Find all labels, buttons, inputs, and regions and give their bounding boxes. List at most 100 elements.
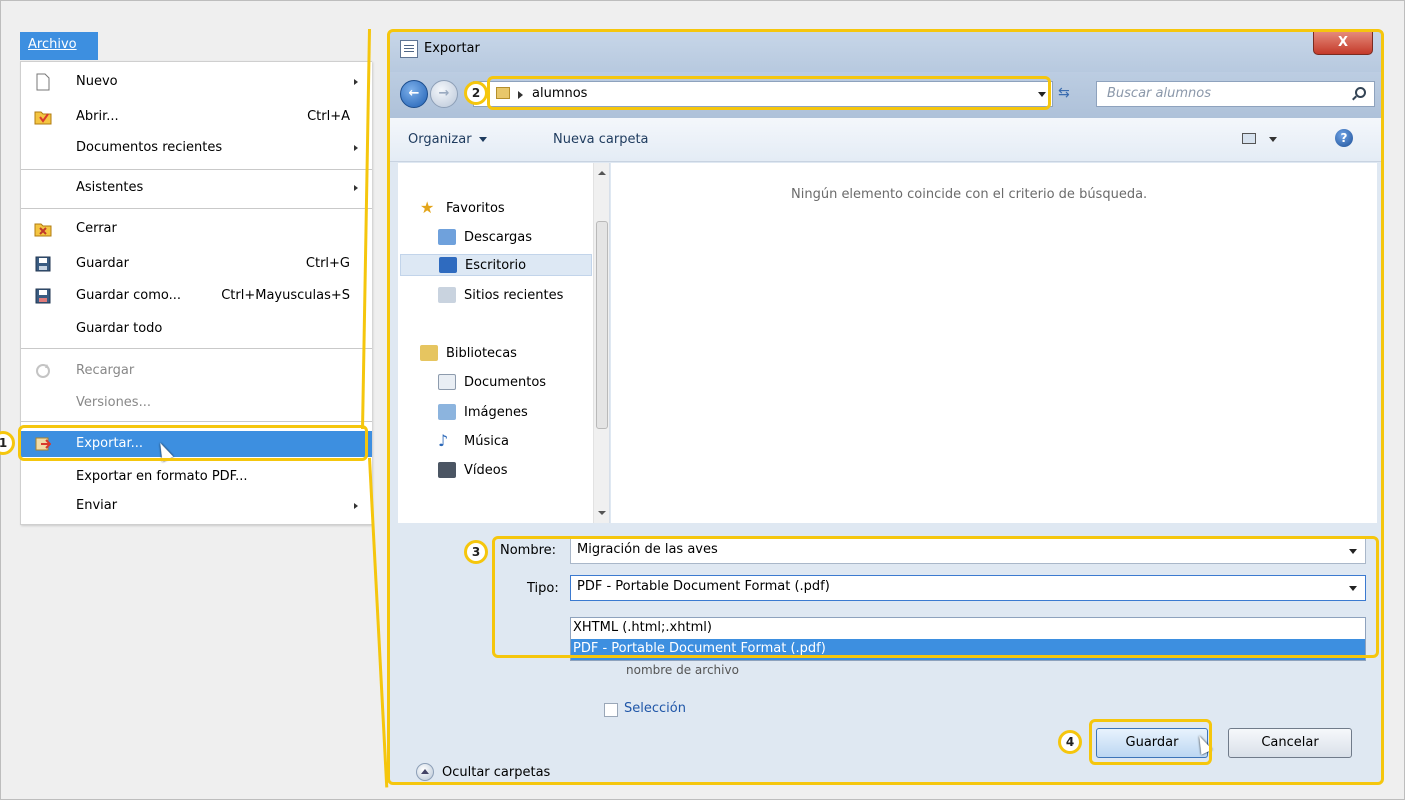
save-as-icon — [34, 287, 52, 305]
nav-documents[interactable]: Documentos — [438, 371, 546, 393]
refresh-icon[interactable]: ⇆ — [1058, 85, 1070, 101]
document-icon — [400, 40, 418, 58]
nav-recent-places[interactable]: Sitios recientes — [438, 284, 563, 306]
videos-icon — [438, 462, 456, 478]
nav-favorites[interactable]: ★ Favoritos — [420, 197, 505, 219]
search-placeholder: Buscar alumnos — [1107, 86, 1211, 101]
hide-folders-label: Ocultar carpetas — [442, 764, 551, 780]
documents-icon — [438, 374, 456, 390]
nav-music[interactable]: ♪ Música — [438, 430, 509, 452]
nav-downloads[interactable]: Descargas — [438, 226, 532, 248]
nav-libraries[interactable]: Bibliotecas — [420, 342, 517, 364]
menu-item-nuevo[interactable]: Nuevo — [21, 69, 372, 95]
search-icon[interactable] — [1355, 87, 1366, 98]
breadcrumb-arrow-icon — [518, 91, 523, 99]
help-icon[interactable]: ? — [1335, 129, 1353, 147]
downloads-icon — [438, 229, 456, 245]
shortcut-label: Ctrl+A — [307, 109, 350, 124]
menu-item-label: Guardar todo — [76, 321, 163, 336]
screenshot-frame: Archivo Nuevo Abrir... Ctrl+A Documentos… — [0, 0, 1405, 800]
shortcut-label: Ctrl+G — [305, 256, 350, 271]
menu-item-guardar-todo[interactable]: Guardar todo — [21, 316, 372, 342]
menu-item-guardar-como[interactable]: Guardar como... Ctrl+Mayusculas+S — [21, 283, 372, 309]
libraries-icon — [420, 345, 438, 361]
file-type-option[interactable]: XHTML (.html;.xhtml) — [571, 618, 1365, 639]
hide-folders-button[interactable]: Ocultar carpetas — [416, 763, 550, 781]
nav-label: Favoritos — [446, 200, 505, 216]
nav-desktop[interactable]: Escritorio — [400, 254, 592, 276]
chevron-down-icon[interactable] — [1269, 137, 1277, 142]
breadcrumb-path[interactable]: alumnos — [532, 86, 587, 101]
file-type-select[interactable]: PDF - Portable Document Format (.pdf) — [570, 575, 1366, 601]
selection-label[interactable]: Selección — [624, 701, 686, 716]
new-folder-button[interactable]: Nueva carpeta — [553, 132, 649, 147]
submenu-arrow-icon — [354, 79, 358, 85]
callout-1: 1 — [0, 431, 15, 455]
open-folder-icon — [34, 108, 52, 126]
menu-item-documentos-recientes[interactable]: Documentos recientes — [21, 135, 372, 161]
scroll-up-icon[interactable] — [598, 171, 606, 175]
menu-separator — [21, 348, 372, 349]
close-button[interactable]: X — [1313, 31, 1373, 55]
nav-label: Sitios recientes — [464, 287, 564, 303]
nav-label: Escritorio — [465, 257, 527, 273]
filename-label: Nombre: — [500, 543, 557, 558]
address-field[interactable]: alumnos — [473, 81, 1053, 107]
file-type-value[interactable]: PDF - Portable Document Format (.pdf) — [577, 579, 830, 594]
shortcut-label: Ctrl+Mayusculas+S — [221, 288, 350, 303]
menu-item-label: Versiones... — [76, 395, 151, 410]
cancel-button[interactable]: Cancelar — [1228, 728, 1352, 758]
back-button[interactable]: ← — [400, 80, 428, 108]
chevron-down-icon[interactable] — [1038, 92, 1046, 97]
menu-item-exportar-pdf[interactable]: Exportar en formato PDF... — [21, 464, 372, 490]
file-type-option-selected[interactable]: PDF - Portable Document Format (.pdf) — [571, 639, 1365, 660]
menu-separator — [21, 208, 372, 209]
save-button[interactable]: Guardar — [1096, 728, 1208, 758]
callout-2: 2 — [464, 81, 488, 105]
callout-3: 3 — [464, 540, 488, 564]
filename-field[interactable]: Migración de las aves — [570, 538, 1366, 564]
nav-images[interactable]: Imágenes — [438, 401, 528, 423]
chevron-down-icon[interactable] — [1349, 586, 1357, 591]
music-icon: ♪ — [438, 431, 449, 450]
view-icon[interactable] — [1242, 133, 1256, 144]
menu-item-label: Abrir... — [76, 109, 119, 124]
submenu-arrow-icon — [354, 145, 358, 151]
menu-item-abrir[interactable]: Abrir... Ctrl+A — [21, 104, 372, 130]
empty-message: Ningún elemento coincide con el criterio… — [791, 187, 1148, 202]
forward-button[interactable]: → — [430, 80, 458, 108]
menu-item-guardar[interactable]: Guardar Ctrl+G — [21, 251, 372, 277]
organize-button[interactable]: Organizar — [408, 132, 487, 147]
navigation-scrollbar[interactable] — [593, 163, 609, 523]
chevron-down-icon[interactable] — [1349, 549, 1357, 554]
navigation-pane: ★ Favoritos Descargas Escritorio Sitios r… — [398, 163, 610, 523]
search-input[interactable]: Buscar alumnos — [1096, 81, 1375, 107]
scroll-down-icon[interactable] — [598, 511, 606, 515]
menu-item-exportar[interactable]: Exportar... — [21, 431, 372, 457]
filename-value[interactable]: Migración de las aves — [577, 542, 718, 557]
save-options-panel: Nombre: Migración de las aves Tipo: PDF … — [390, 523, 1381, 783]
desktop-icon — [439, 257, 457, 273]
file-type-dropdown[interactable]: XHTML (.html;.xhtml) PDF - Portable Docu… — [570, 617, 1366, 661]
dialog-toolbar: Organizar Nueva carpeta ? — [390, 118, 1381, 162]
menu-item-label: Asistentes — [76, 180, 144, 195]
menu-item-enviar[interactable]: Enviar — [21, 493, 372, 519]
menu-item-label: Cerrar — [76, 221, 117, 236]
menu-item-label: Documentos recientes — [76, 140, 223, 155]
nav-videos[interactable]: Vídeos — [438, 459, 507, 481]
nav-label: Documentos — [464, 374, 547, 390]
chevron-up-icon — [416, 763, 434, 781]
menu-item-label: Nuevo — [76, 74, 118, 89]
menu-archivo[interactable]: Archivo — [20, 32, 98, 60]
selection-checkbox[interactable] — [604, 703, 618, 717]
menu-item-cerrar[interactable]: Cerrar — [21, 216, 372, 242]
menu-item-label: Guardar como... — [76, 288, 181, 303]
menu-separator — [21, 169, 372, 170]
file-list[interactable]: Ningún elemento coincide con el criterio… — [611, 163, 1377, 523]
menu-item-asistentes[interactable]: Asistentes — [21, 175, 372, 201]
menu-item-versiones: Versiones... — [21, 390, 372, 416]
scroll-thumb[interactable] — [596, 221, 608, 429]
dialog-title: Exportar — [424, 41, 480, 56]
recent-places-icon — [438, 287, 456, 303]
star-icon: ★ — [420, 198, 435, 217]
